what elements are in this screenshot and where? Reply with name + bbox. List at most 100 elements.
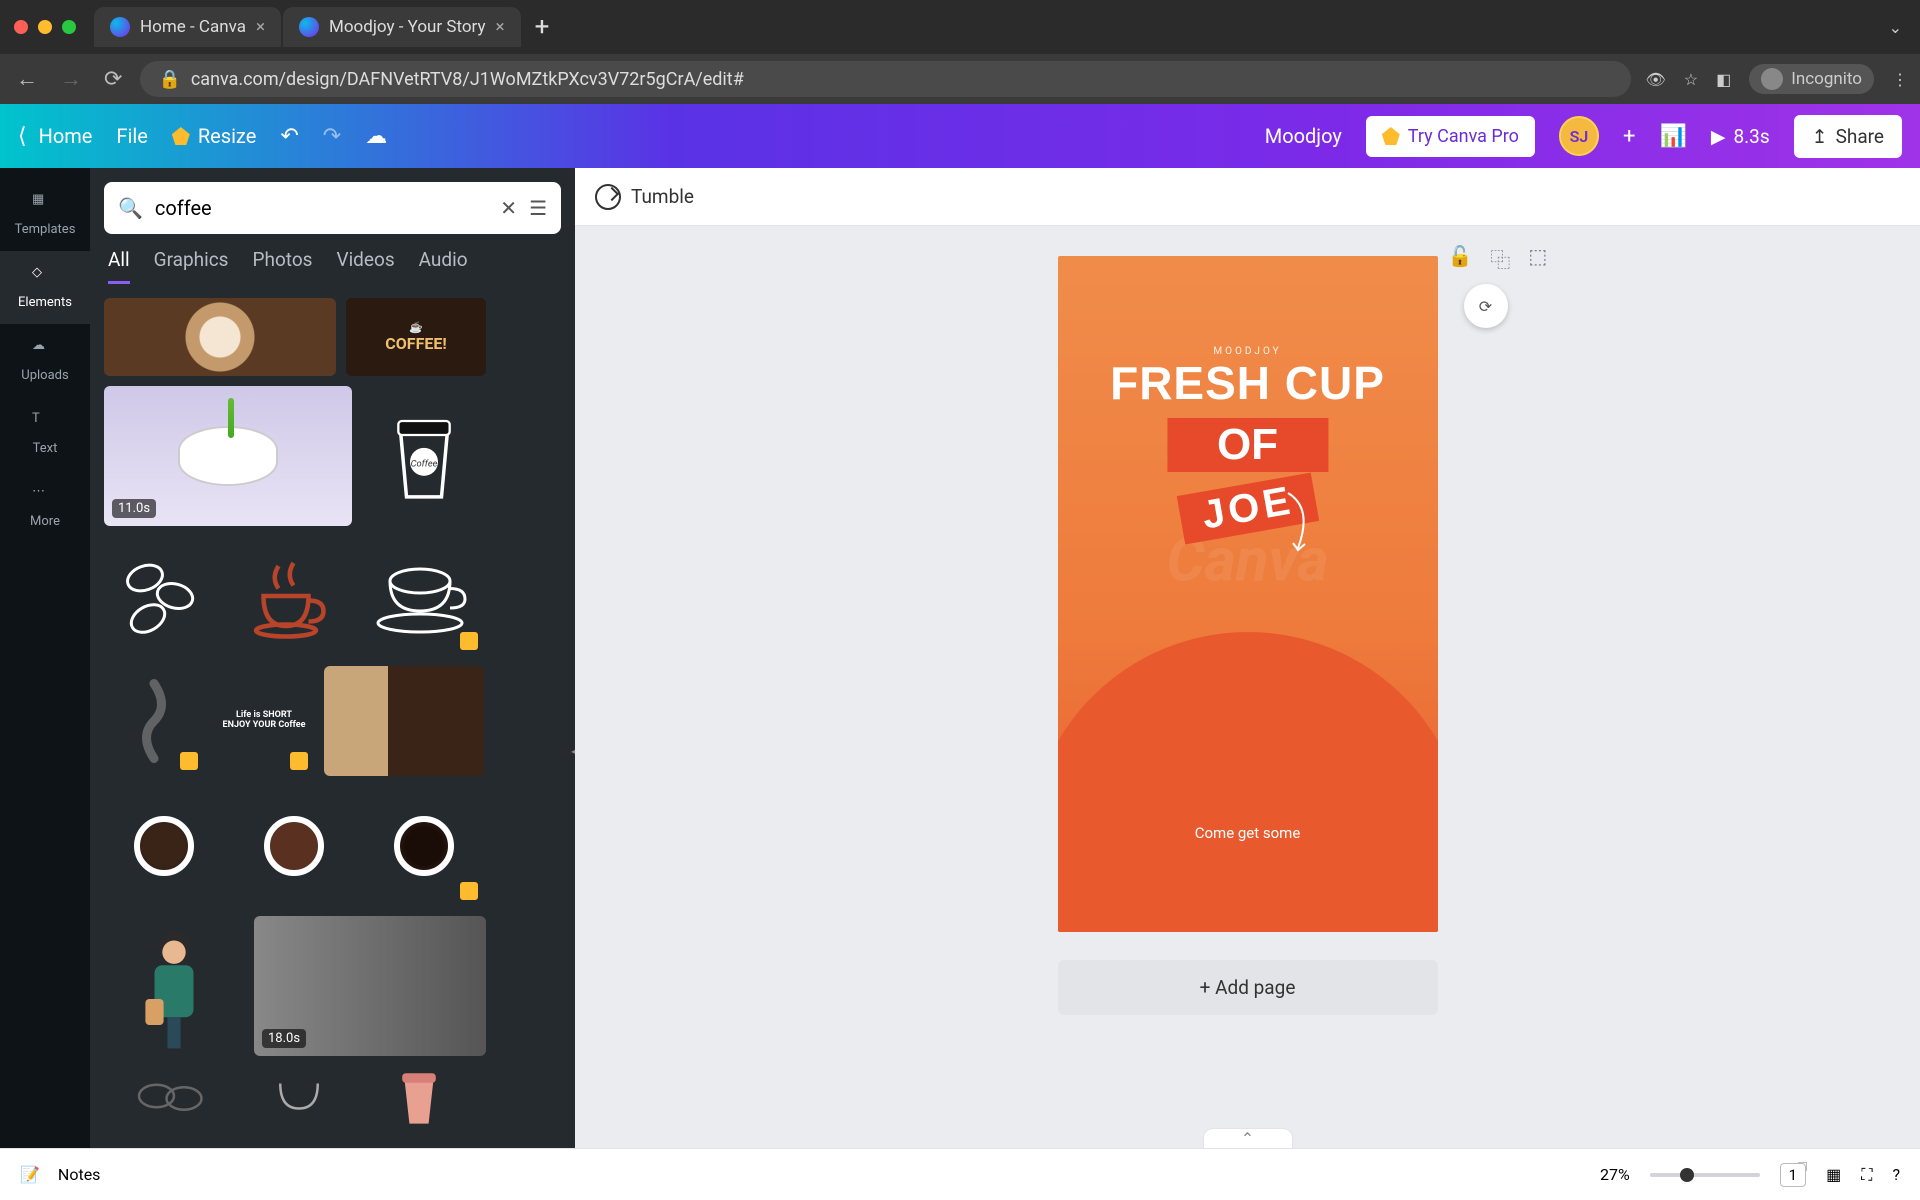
tab-moodjoy[interactable]: Moodjoy - Your Story × — [283, 7, 521, 47]
result-beans-outline-2[interactable] — [104, 1066, 234, 1126]
timeline-expand-handle[interactable]: ⌃ — [1203, 1128, 1293, 1148]
result-beans-cup-top[interactable] — [104, 786, 224, 906]
rail-elements[interactable]: ◇ Elements — [0, 251, 90, 324]
share-button[interactable]: ↥ Share — [1794, 115, 1902, 158]
result-cup-chalk-graphic[interactable] — [356, 536, 484, 656]
result-espresso-video[interactable]: 18.0s — [254, 916, 486, 1056]
rail-uploads[interactable]: ☁ Uploads — [0, 324, 90, 397]
elements-icon: ◇ — [32, 265, 58, 291]
bookmark-icon[interactable]: ☆ — [1684, 70, 1698, 89]
togo-cup-icon: Coffee — [389, 401, 459, 511]
animation-chip[interactable]: Tumble — [595, 184, 694, 210]
resize-button[interactable]: Resize — [172, 124, 257, 148]
lock-page-icon[interactable]: 🔓 — [1448, 244, 1473, 273]
minimize-window-icon[interactable] — [38, 20, 52, 34]
grid-view-icon[interactable]: ▦ — [1826, 1165, 1841, 1184]
zoom-slider[interactable] — [1650, 1173, 1760, 1177]
close-tab-icon[interactable]: × — [496, 17, 505, 37]
eye-off-icon[interactable]: 👁 — [1645, 70, 1665, 89]
back-button[interactable]: ← — [12, 62, 42, 96]
close-tab-icon[interactable]: × — [256, 17, 265, 37]
steaming-cup-icon — [241, 551, 331, 641]
panel-collapse-handle[interactable]: ◂ — [563, 720, 575, 780]
headline-text[interactable]: FRESH CUP — [1058, 356, 1438, 410]
rail-label: Uploads — [21, 368, 68, 383]
filter-graphics[interactable]: Graphics — [154, 248, 229, 284]
profile-chip[interactable]: Incognito — [1749, 64, 1874, 94]
tab-list-icon[interactable]: ⌄ — [1889, 18, 1902, 37]
fullscreen-icon[interactable]: ⛶ — [1861, 1165, 1872, 1185]
filter-tabs: All Graphics Photos Videos Audio — [90, 248, 575, 292]
side-panel-icon[interactable]: ◧ — [1716, 70, 1731, 89]
address-bar[interactable]: 🔒 canva.com/design/DAFNVetRTV8/J1WoMZtkP… — [140, 61, 1631, 97]
result-togo-cup-graphic[interactable]: Coffee — [362, 386, 486, 526]
filter-videos[interactable]: Videos — [336, 248, 394, 284]
cloud-sync-icon[interactable]: ☁ — [365, 124, 387, 149]
try-pro-label: Try Canva Pro — [1408, 126, 1519, 147]
cup-top-icon — [264, 816, 324, 876]
zoom-value[interactable]: 27% — [1600, 1165, 1630, 1184]
rail-text[interactable]: T Text — [0, 397, 90, 470]
result-quote-graphic[interactable]: Life is SHORT ENJOY YOUR Coffee — [214, 666, 314, 776]
notes-icon[interactable]: 📝 — [20, 1165, 40, 1184]
duplicate-page-icon[interactable]: ⿻ — [1490, 244, 1510, 273]
of-text[interactable]: OF — [1167, 418, 1328, 472]
home-button[interactable]: Home — [18, 124, 92, 149]
canva-favicon-icon — [299, 17, 319, 37]
canvas-scroll[interactable]: 🔓 ⿻ ⬚ ⟳ Canva MOODJOY FRESH CUP OF JOE C… — [575, 226, 1920, 1148]
file-menu[interactable]: File — [116, 124, 147, 148]
tabs-container: Home - Canva × Moodjoy - Your Story × + — [94, 7, 1906, 47]
result-pink-togo-cup[interactable] — [364, 1066, 474, 1126]
resize-label: Resize — [198, 124, 257, 148]
document-title[interactable]: Moodjoy — [1265, 124, 1342, 148]
reload-button[interactable]: ⟳ — [100, 63, 126, 96]
result-latte-photo[interactable] — [104, 298, 336, 376]
add-member-button[interactable]: + — [1623, 124, 1635, 149]
add-page-icon[interactable]: ⬚ — [1528, 244, 1547, 273]
result-black-cup-top[interactable] — [364, 786, 484, 906]
undo-button[interactable]: ↶ — [280, 124, 298, 149]
bottom-bar: 📝 Notes 27% 1 ▦ ⛶ ? — [0, 1148, 1920, 1200]
result-pouring-video[interactable]: 11.0s — [104, 386, 352, 526]
result-barista-illustration[interactable] — [104, 916, 244, 1056]
user-avatar[interactable]: SJ — [1559, 116, 1599, 156]
filter-audio[interactable]: Audio — [419, 248, 468, 284]
cup-top-icon — [134, 816, 194, 876]
help-icon[interactable]: ? — [1892, 1165, 1900, 1184]
close-window-icon[interactable] — [14, 20, 28, 34]
menu-icon[interactable]: ⋮ — [1892, 70, 1908, 89]
regenerate-button[interactable]: ⟳ — [1464, 284, 1508, 328]
rail-templates[interactable]: ▦ Templates — [0, 178, 90, 251]
search-input[interactable] — [155, 196, 488, 220]
filter-all[interactable]: All — [108, 248, 130, 284]
page-count[interactable]: 1 — [1780, 1163, 1806, 1187]
result-coffee-badge[interactable]: ☕ COFFEE! — [346, 298, 486, 376]
result-cup-red-graphic[interactable] — [226, 536, 346, 656]
premium-badge-icon — [460, 632, 478, 650]
filter-photos[interactable]: Photos — [253, 248, 313, 284]
clear-search-icon[interactable]: ✕ — [500, 196, 517, 220]
insights-icon[interactable]: 📊 — [1659, 124, 1686, 149]
templates-icon: ▦ — [32, 192, 58, 218]
result-beans-photo[interactable] — [324, 666, 484, 776]
result-cup-lineart-2[interactable] — [244, 1066, 354, 1126]
zoom-knob[interactable] — [1680, 1168, 1694, 1182]
main-area: ▦ Templates ◇ Elements ☁ Uploads T Text … — [0, 168, 1920, 1148]
try-canva-pro-button[interactable]: Try Canva Pro — [1366, 116, 1535, 157]
tab-home-canva[interactable]: Home - Canva × — [94, 7, 281, 47]
thumb-label: Life is SHORT ENJOY YOUR Coffee — [222, 711, 306, 731]
premium-badge-icon — [460, 882, 478, 900]
cta-text[interactable]: Come get some — [1058, 824, 1438, 842]
notes-button[interactable]: Notes — [58, 1165, 101, 1184]
result-beans-lineart[interactable] — [104, 536, 216, 656]
result-steam-graphic[interactable] — [104, 666, 204, 776]
result-ground-cup-top[interactable] — [234, 786, 354, 906]
arrow-graphic-icon[interactable] — [1278, 488, 1318, 558]
filter-icon[interactable]: ☰ — [529, 196, 547, 220]
new-tab-button[interactable]: + — [535, 12, 550, 42]
present-button[interactable]: 8.3s — [1711, 125, 1770, 148]
add-page-button[interactable]: + Add page — [1058, 960, 1438, 1015]
rail-more[interactable]: ⋯ More — [0, 470, 90, 543]
maximize-window-icon[interactable] — [62, 20, 76, 34]
design-page[interactable]: Canva MOODJOY FRESH CUP OF JOE Come get … — [1058, 256, 1438, 932]
